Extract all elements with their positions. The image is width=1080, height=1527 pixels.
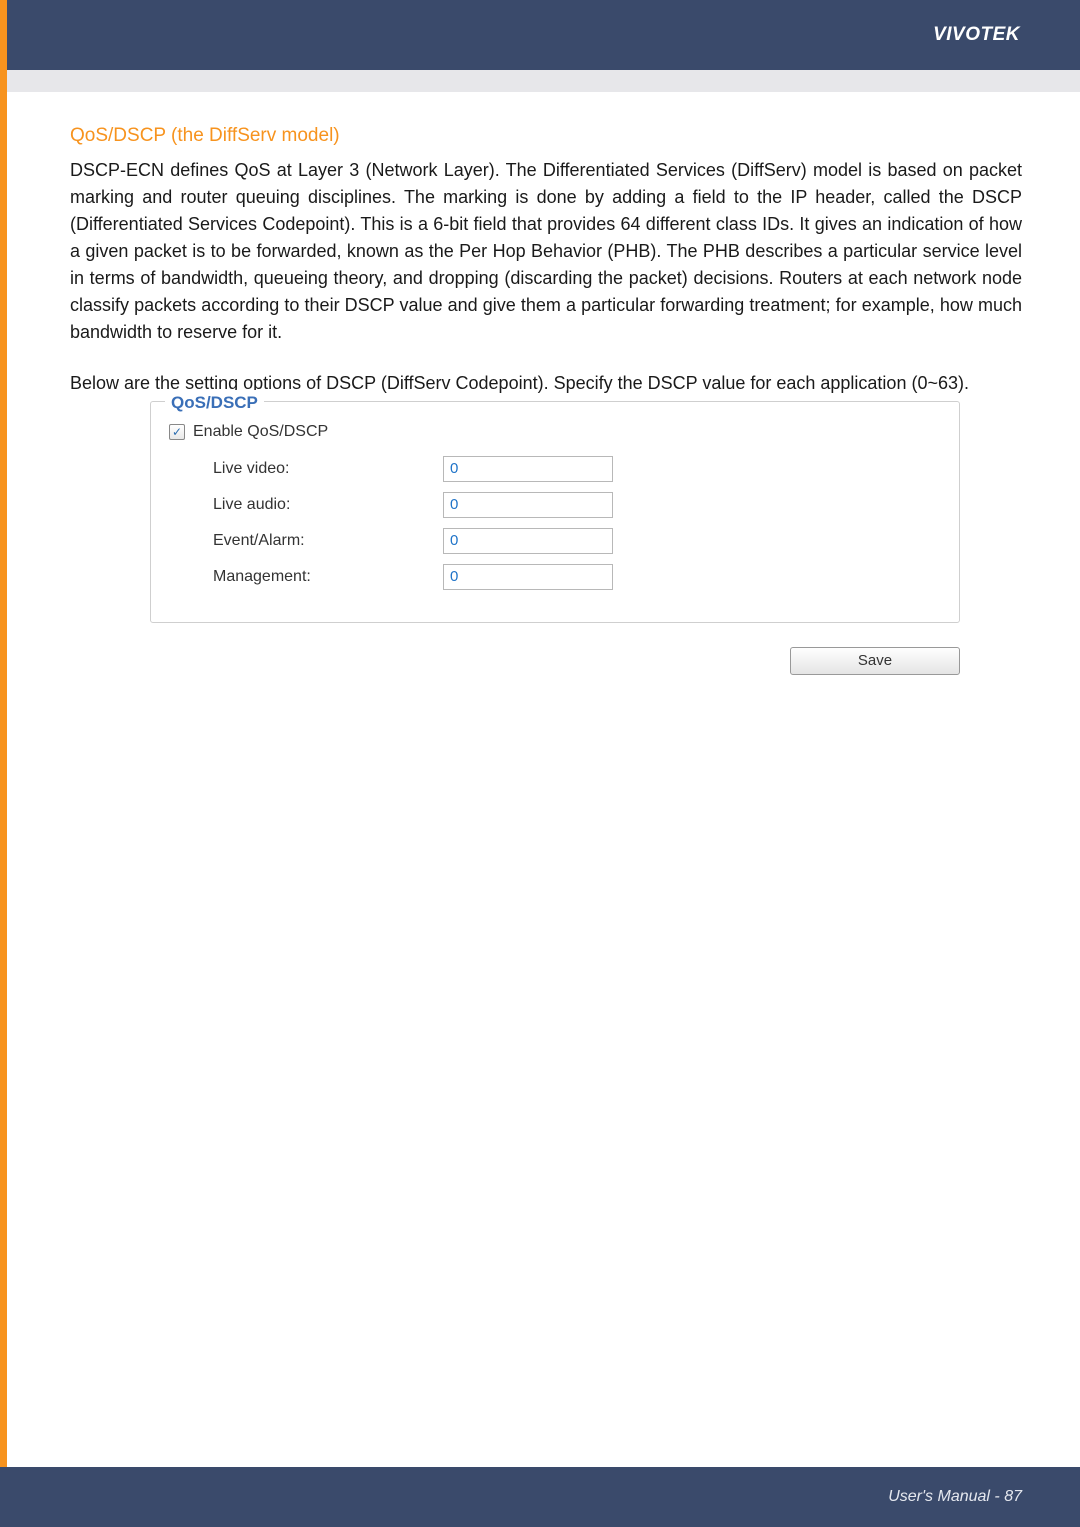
save-button[interactable]: Save: [790, 647, 960, 675]
management-input[interactable]: [443, 564, 613, 590]
field-label: Event/Alarm:: [213, 529, 443, 553]
field-label: Live audio:: [213, 493, 443, 517]
brand-text: VIVOTEK: [933, 24, 1020, 46]
field-row-event-alarm: Event/Alarm:: [213, 528, 941, 554]
header-bar: VIVOTEK: [0, 0, 1080, 70]
field-row-live-audio: Live audio:: [213, 492, 941, 518]
enable-qos-checkbox-row[interactable]: ✓ Enable QoS/DSCP: [169, 420, 941, 444]
footer-text: User's Manual - 87: [888, 1488, 1022, 1506]
field-label: Live video:: [213, 457, 443, 481]
panel-legend: QoS/DSCP: [165, 390, 264, 416]
section-title: QoS/DSCP (the DiffServ model): [70, 122, 1022, 151]
qos-dscp-panel: QoS/DSCP ✓ Enable QoS/DSCP Live video: L…: [150, 401, 960, 623]
checkbox-icon[interactable]: ✓: [169, 424, 185, 440]
spacer-left: [70, 397, 150, 399]
field-row-management: Management:: [213, 564, 941, 590]
body-paragraph-1: DSCP-ECN defines QoS at Layer 3 (Network…: [70, 157, 1022, 346]
side-accent-bar: [0, 0, 7, 1527]
sub-header-band: [0, 70, 1080, 92]
event-alarm-input[interactable]: [443, 528, 613, 554]
field-label: Management:: [213, 565, 443, 589]
enable-qos-label: Enable QoS/DSCP: [193, 420, 328, 444]
footer-bar: User's Manual - 87: [0, 1467, 1080, 1527]
field-row-live-video: Live video:: [213, 456, 941, 482]
live-video-input[interactable]: [443, 456, 613, 482]
page-content: QoS/DSCP (the DiffServ model) DSCP-ECN d…: [0, 92, 1080, 675]
live-audio-input[interactable]: [443, 492, 613, 518]
dscp-fields: Live video: Live audio: Event/Alarm: Man…: [169, 456, 941, 590]
